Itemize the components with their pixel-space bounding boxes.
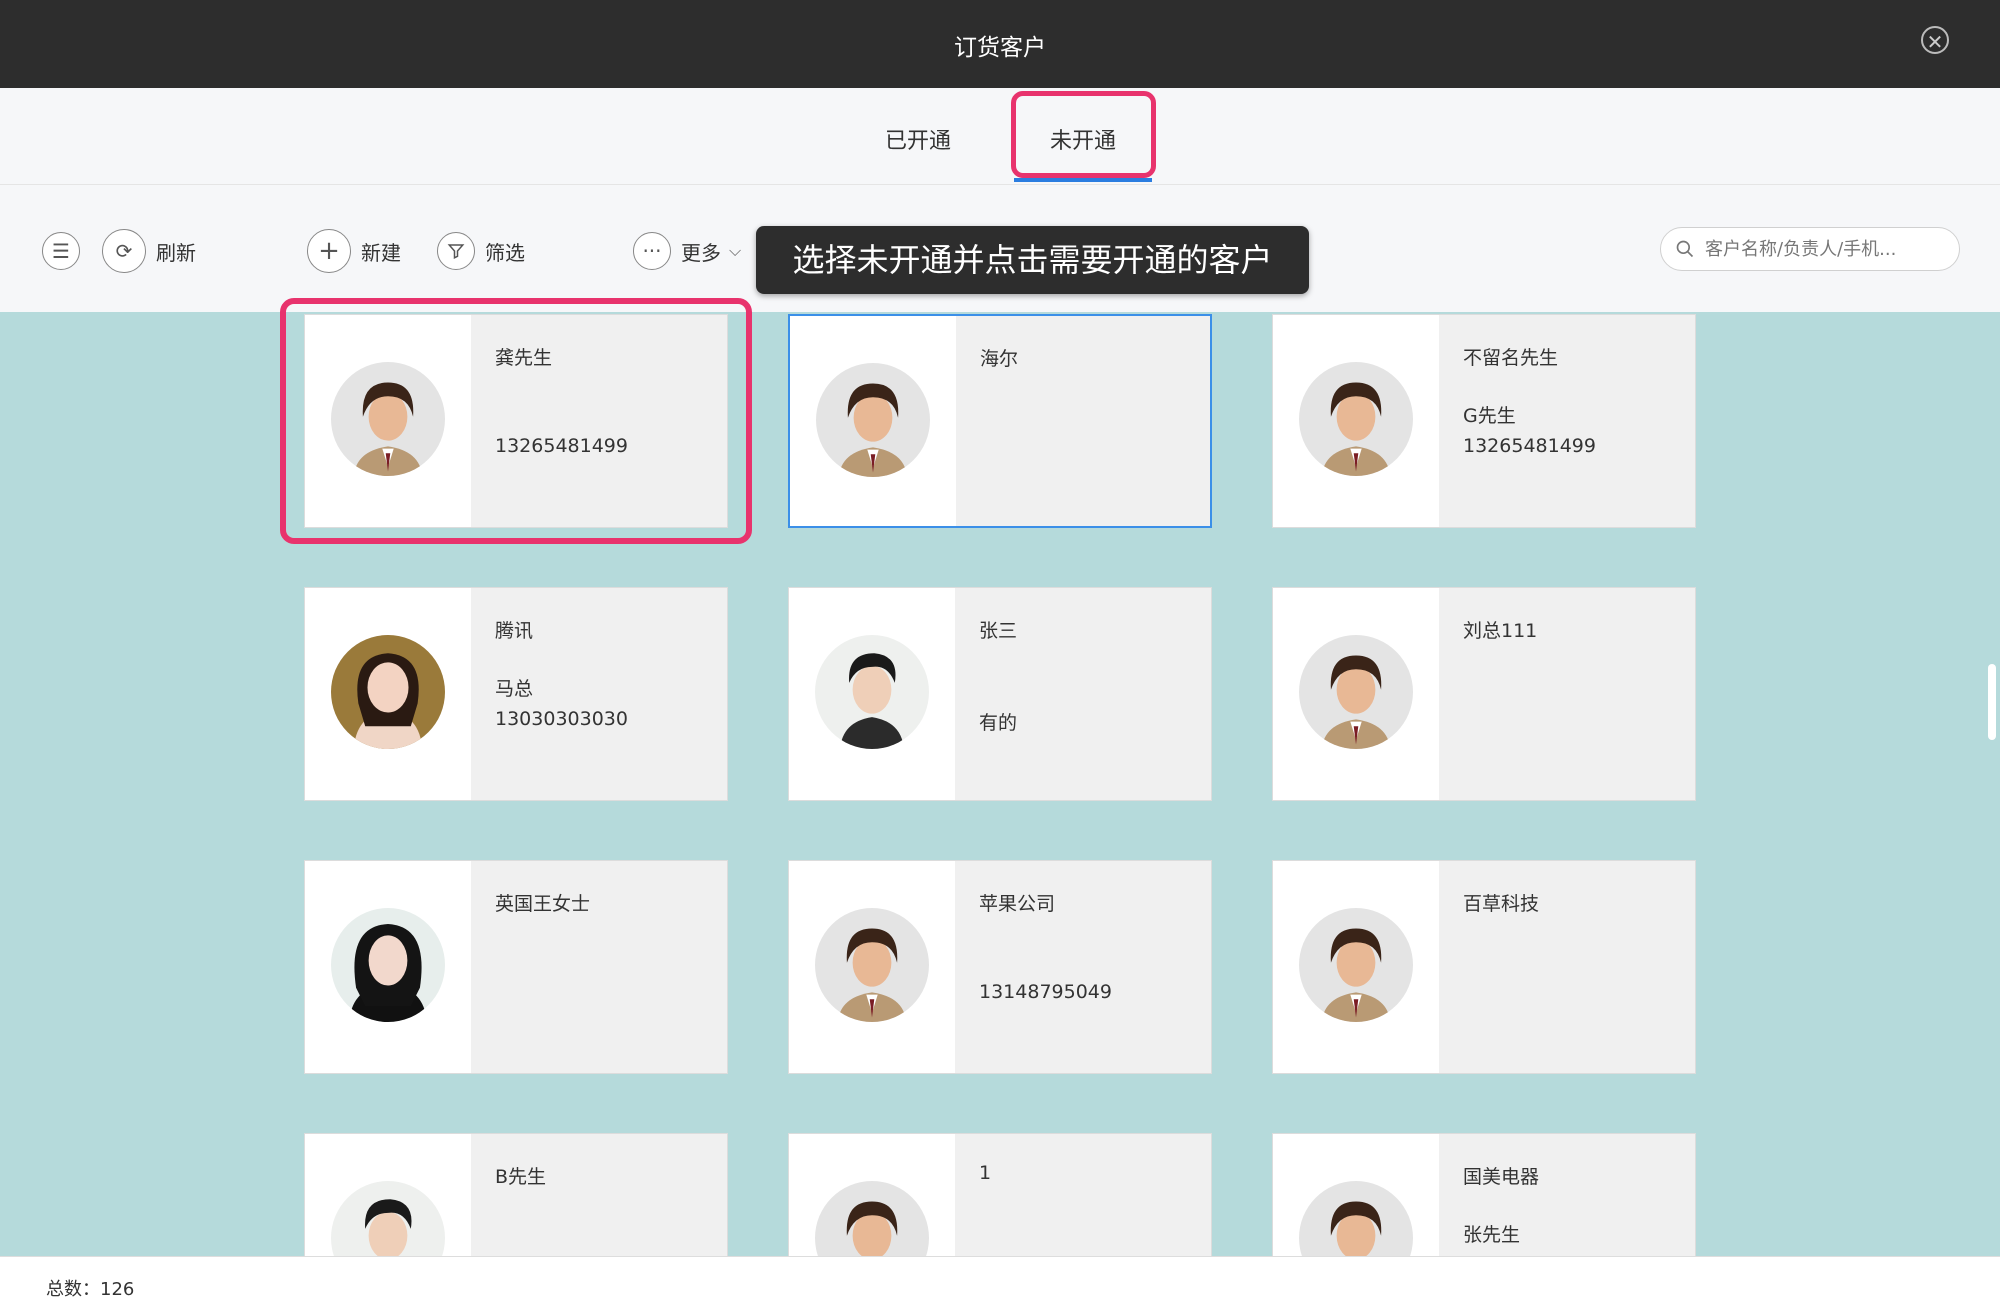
- card-image-area: [305, 861, 471, 1073]
- customer-name: B先生: [495, 1166, 547, 1188]
- customer-name: 刘总111: [1463, 620, 1538, 642]
- customer-name: 海尔: [980, 348, 1019, 370]
- customer-name: 英国王女士: [495, 893, 591, 915]
- customer-card[interactable]: 张三 有的: [788, 587, 1212, 801]
- plus-icon: +: [307, 229, 351, 273]
- customer-card[interactable]: 1: [788, 1133, 1212, 1256]
- menu-icon: ☰: [42, 232, 80, 270]
- card-image-area: [305, 588, 471, 800]
- man-avatar: [1299, 635, 1413, 749]
- customer-card[interactable]: B先生: [304, 1133, 728, 1256]
- customer-card[interactable]: 海尔: [788, 314, 1212, 528]
- customer-name: 不留名先生: [1463, 347, 1559, 369]
- contact-phone: 有的: [979, 712, 1018, 734]
- man-avatar: [1299, 1181, 1413, 1256]
- card-image-area: [790, 316, 956, 526]
- woman-avatar: [331, 635, 445, 749]
- customer-name: 国美电器: [1463, 1166, 1540, 1188]
- new-label: 新建: [361, 240, 401, 265]
- instruction-tooltip: 选择未开通并点击需要开通的客户: [756, 226, 1309, 294]
- filter-button[interactable]: 筛选: [437, 229, 525, 273]
- customer-name: 百草科技: [1463, 893, 1540, 915]
- man-avatar: [1299, 908, 1413, 1022]
- contact-phone: 13148795049: [979, 981, 1112, 1003]
- contact-name: 张先生: [1463, 1224, 1521, 1246]
- close-icon[interactable]: ✕: [1921, 26, 1949, 54]
- contact-phone: 13030303030: [495, 708, 628, 730]
- refresh-button[interactable]: ⟳ 刷新: [102, 229, 196, 273]
- customer-card[interactable]: 不留名先生 G先生 13265481499: [1272, 314, 1696, 528]
- menu-button[interactable]: ☰: [42, 229, 90, 273]
- card-image-area: [1273, 861, 1439, 1073]
- search-input[interactable]: [1703, 237, 1947, 261]
- more-icon: ···: [633, 232, 671, 270]
- title-bar: 订货客户 ✕: [0, 0, 2000, 88]
- search-box[interactable]: [1660, 227, 1960, 271]
- more-button[interactable]: ··· 更多 ⌵: [633, 229, 741, 273]
- filter-label: 筛选: [485, 240, 525, 265]
- customer-card[interactable]: 英国王女士: [304, 860, 728, 1074]
- search-icon: [1676, 240, 1694, 258]
- customer-card[interactable]: 苹果公司 13148795049: [788, 860, 1212, 1074]
- new-button[interactable]: + 新建: [307, 229, 401, 273]
- customer-card[interactable]: 百草科技: [1272, 860, 1696, 1074]
- filter-icon: [437, 232, 475, 270]
- customer-name: 1: [979, 1162, 992, 1184]
- customer-name: 张三: [979, 620, 1018, 642]
- contact-name: G先生: [1463, 405, 1516, 427]
- card-image-area: [305, 1134, 471, 1256]
- chevron-down-icon: ⌵: [729, 241, 742, 260]
- total-count: 总数：126: [46, 1279, 135, 1300]
- scrollbar-thumb[interactable]: [1988, 664, 1996, 740]
- woman-dark-hair-avatar: [331, 908, 445, 1022]
- footer: 总数：126: [0, 1256, 2000, 1314]
- customer-card[interactable]: 刘总111: [1272, 587, 1696, 801]
- man-avatar: [815, 908, 929, 1022]
- young-man-avatar: [815, 635, 929, 749]
- card-image-area: [1273, 315, 1439, 527]
- more-label: 更多: [681, 240, 721, 265]
- tab-activated[interactable]: 已开通: [885, 123, 951, 155]
- card-image-area: [789, 861, 955, 1073]
- refresh-label: 刷新: [156, 240, 196, 265]
- card-highlight-annotation: [280, 298, 752, 544]
- window-title: 订货客户: [954, 35, 1046, 61]
- card-image-area: [1273, 1134, 1439, 1256]
- contact-name: 马总: [495, 678, 534, 700]
- man-avatar: [816, 363, 930, 477]
- customer-card[interactable]: 国美电器 张先生: [1272, 1133, 1696, 1256]
- customer-name: 腾讯: [495, 620, 534, 642]
- active-tab-underline: [1014, 178, 1152, 182]
- card-image-area: [789, 1134, 955, 1256]
- card-image-area: [1273, 588, 1439, 800]
- tab-highlight-annotation: [1011, 91, 1156, 178]
- man-avatar: [815, 1181, 929, 1256]
- young-man-avatar: [331, 1181, 445, 1256]
- customer-name: 苹果公司: [979, 893, 1056, 915]
- card-image-area: [789, 588, 955, 800]
- tabs-bar: 已开通 未开通: [0, 88, 2000, 234]
- man-avatar: [1299, 362, 1413, 476]
- contact-phone: 13265481499: [1463, 435, 1596, 457]
- customer-card[interactable]: 腾讯马总 13030303030: [304, 587, 728, 801]
- refresh-icon: ⟳: [102, 229, 146, 273]
